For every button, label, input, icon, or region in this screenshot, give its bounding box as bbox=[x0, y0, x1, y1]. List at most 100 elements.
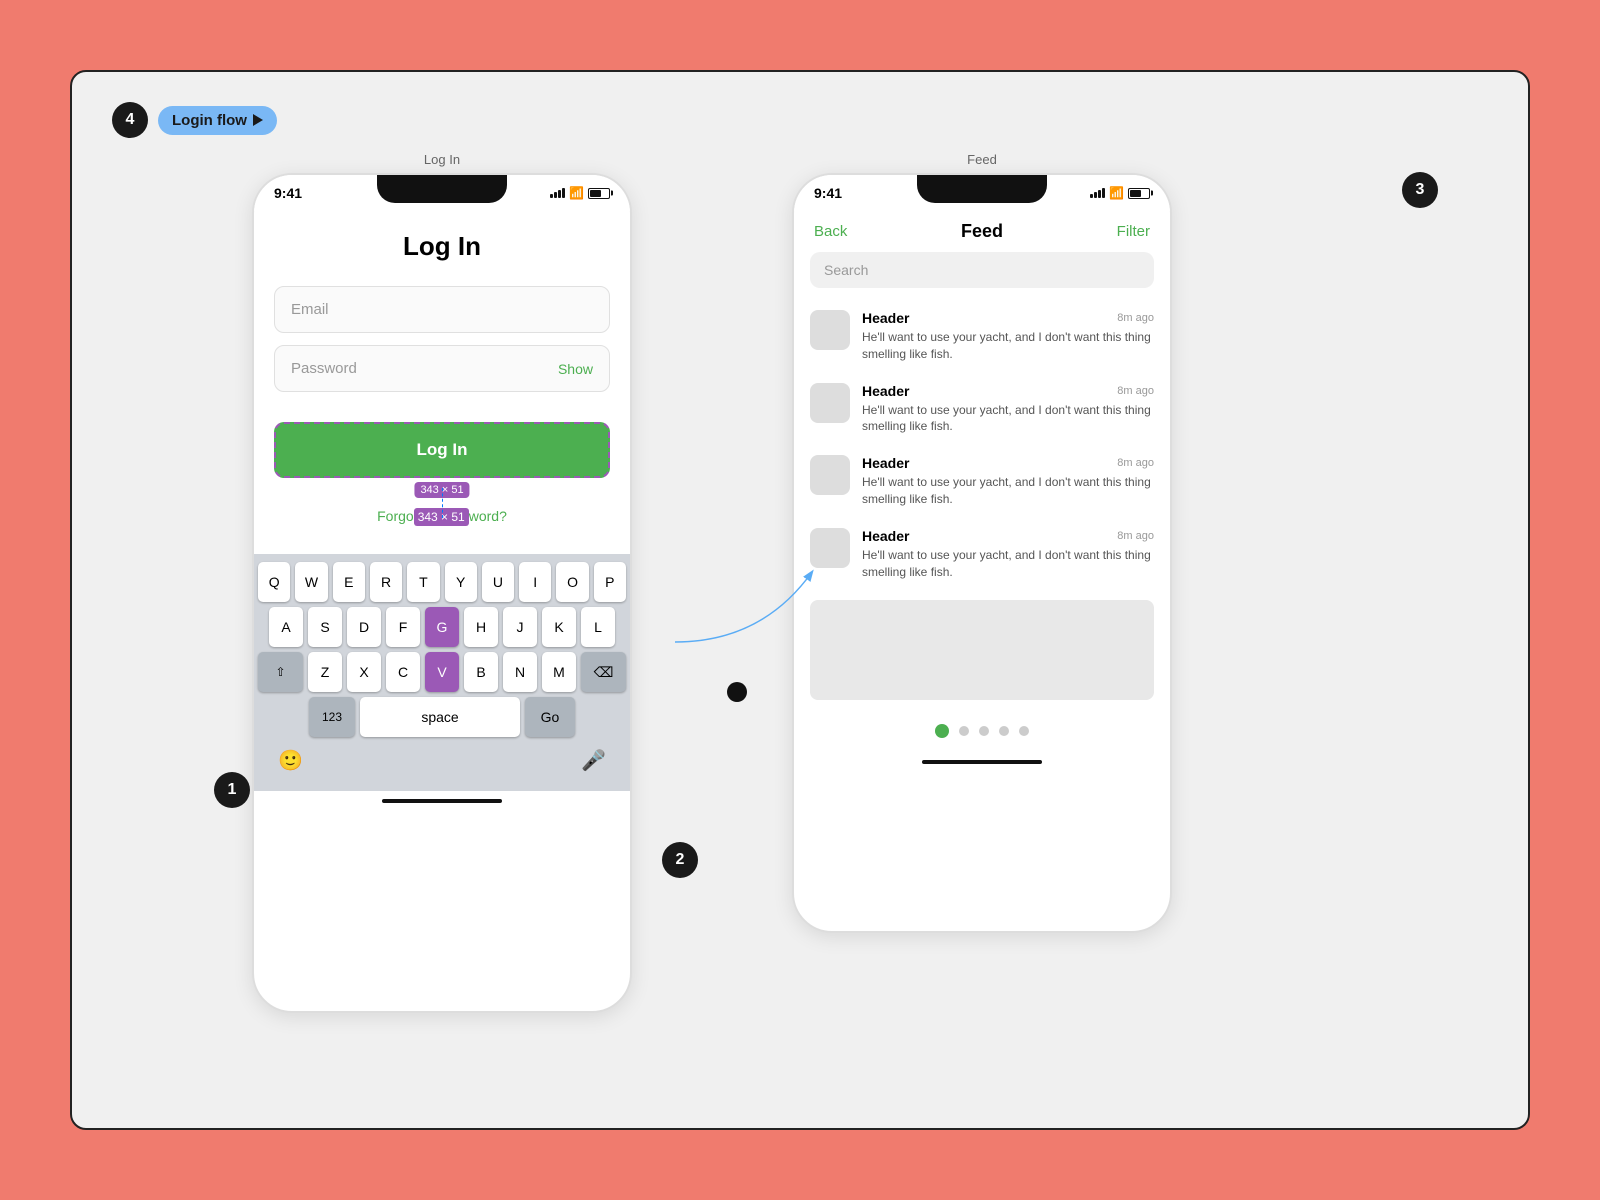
keyboard-bottom-bar: 🙂 🎤 bbox=[258, 742, 626, 783]
feed-avatar-3 bbox=[810, 455, 850, 495]
feed-signal-bar-4 bbox=[1102, 188, 1105, 198]
key-x[interactable]: X bbox=[347, 652, 381, 692]
key-y[interactable]: Y bbox=[445, 562, 477, 602]
login-status-icons: 📶 bbox=[550, 186, 610, 200]
feed-item-time-4: 8m ago bbox=[1117, 530, 1154, 542]
feed-signal-bar-3 bbox=[1098, 190, 1101, 198]
key-m[interactable]: M bbox=[542, 652, 576, 692]
key-s[interactable]: S bbox=[308, 607, 342, 647]
feed-avatar-4 bbox=[810, 528, 850, 568]
show-password-button[interactable]: Show bbox=[558, 361, 593, 377]
key-b[interactable]: B bbox=[464, 652, 498, 692]
forgot-prefix: Forgo bbox=[377, 508, 414, 524]
key-shift[interactable]: ⇧ bbox=[258, 652, 303, 692]
search-bar[interactable]: Search bbox=[810, 252, 1154, 288]
login-home-indicator bbox=[382, 799, 502, 803]
login-button-wrapper: Log In 343 × 51 bbox=[274, 422, 610, 478]
feed-header-row-3: Header 8m ago bbox=[862, 455, 1154, 471]
play-icon[interactable] bbox=[253, 114, 263, 126]
key-z[interactable]: Z bbox=[308, 652, 342, 692]
feed-item-text-4: He'll want to use your yacht, and I don'… bbox=[862, 547, 1154, 581]
key-p[interactable]: P bbox=[594, 562, 626, 602]
password-field[interactable]: Password Show bbox=[274, 345, 610, 392]
key-j[interactable]: J bbox=[503, 607, 537, 647]
key-k[interactable]: K bbox=[542, 607, 576, 647]
feed-item-1: Header 8m ago He'll want to use your yac… bbox=[794, 300, 1170, 373]
key-u[interactable]: U bbox=[482, 562, 514, 602]
feed-item-3: Header 8m ago He'll want to use your yac… bbox=[794, 445, 1170, 518]
email-field[interactable]: Email bbox=[274, 286, 610, 333]
emoji-icon[interactable]: 🙂 bbox=[278, 748, 303, 773]
feed-header-row-2: Header 8m ago bbox=[862, 383, 1154, 399]
signal-bar-4 bbox=[562, 188, 565, 198]
key-space[interactable]: space bbox=[360, 697, 520, 737]
key-d[interactable]: D bbox=[347, 607, 381, 647]
feed-item-text-2: He'll want to use your yacht, and I don'… bbox=[862, 402, 1154, 436]
keyboard-row-2: A S D F G H J K L bbox=[258, 607, 626, 647]
key-h[interactable]: H bbox=[464, 607, 498, 647]
mic-icon[interactable]: 🎤 bbox=[581, 748, 606, 773]
feed-avatar-1 bbox=[810, 310, 850, 350]
key-delete[interactable]: ⌫ bbox=[581, 652, 626, 692]
dot-1-active[interactable] bbox=[935, 724, 949, 738]
badge-3: 3 bbox=[1402, 172, 1438, 208]
key-numbers[interactable]: 123 bbox=[309, 697, 355, 737]
key-g[interactable]: G bbox=[425, 607, 459, 647]
feed-battery-icon bbox=[1128, 188, 1150, 199]
feed-phone-container: Feed 9:41 📶 bbox=[792, 152, 1172, 933]
key-r[interactable]: R bbox=[370, 562, 402, 602]
badge-1: 1 bbox=[214, 772, 250, 808]
signal-bars bbox=[550, 188, 565, 198]
key-t[interactable]: T bbox=[407, 562, 439, 602]
email-placeholder: Email bbox=[291, 301, 329, 318]
feed-signal-bars bbox=[1090, 188, 1105, 198]
feed-body-4: Header 8m ago He'll want to use your yac… bbox=[862, 528, 1154, 581]
key-a[interactable]: A bbox=[269, 607, 303, 647]
feed-placeholder-block bbox=[810, 600, 1154, 700]
back-button[interactable]: Back bbox=[814, 223, 847, 240]
key-f[interactable]: F bbox=[386, 607, 420, 647]
key-c[interactable]: C bbox=[386, 652, 420, 692]
feed-wifi-icon: 📶 bbox=[1109, 186, 1124, 200]
login-phone-container: Log In 9:41 📶 bbox=[252, 152, 632, 1013]
dot-2[interactable] bbox=[959, 726, 969, 736]
key-w[interactable]: W bbox=[295, 562, 327, 602]
login-home-bar bbox=[254, 791, 630, 811]
feed-phone-frame: 9:41 📶 Back Fee bbox=[792, 173, 1172, 933]
feed-item-2: Header 8m ago He'll want to use your yac… bbox=[794, 373, 1170, 446]
key-o[interactable]: O bbox=[556, 562, 588, 602]
key-n[interactable]: N bbox=[503, 652, 537, 692]
dot-3[interactable] bbox=[979, 726, 989, 736]
flow-tag[interactable]: Login flow bbox=[158, 106, 277, 135]
wifi-icon: 📶 bbox=[569, 186, 584, 200]
dot-5[interactable] bbox=[1019, 726, 1029, 736]
key-v[interactable]: V bbox=[425, 652, 459, 692]
key-e[interactable]: E bbox=[333, 562, 365, 602]
feed-pagination-dots bbox=[794, 710, 1170, 752]
keyboard-row-3: ⇧ Z X C V B N M ⌫ bbox=[258, 652, 626, 692]
filter-button[interactable]: Filter bbox=[1117, 223, 1150, 240]
feed-header-row-4: Header 8m ago bbox=[862, 528, 1154, 544]
login-content: Log In Email Password Show Log In 343 × … bbox=[254, 211, 630, 544]
feed-item-title-2: Header bbox=[862, 383, 909, 399]
feed-status-icons: 📶 bbox=[1090, 186, 1150, 200]
feed-item-text-3: He'll want to use your yacht, and I don'… bbox=[862, 474, 1154, 508]
feed-body-1: Header 8m ago He'll want to use your yac… bbox=[862, 310, 1154, 363]
dot-4[interactable] bbox=[999, 726, 1009, 736]
key-i[interactable]: I bbox=[519, 562, 551, 602]
flow-label: Login flow bbox=[172, 112, 247, 129]
feed-home-bar bbox=[794, 752, 1170, 772]
feed-header-row-1: Header 8m ago bbox=[862, 310, 1154, 326]
key-go[interactable]: Go bbox=[525, 697, 575, 737]
login-notch bbox=[377, 175, 507, 203]
main-canvas: 4 Login flow Log In 9:41 bbox=[70, 70, 1530, 1130]
feed-status-bar: 9:41 📶 bbox=[794, 175, 1170, 211]
feed-item-title-4: Header bbox=[862, 528, 909, 544]
badge-2: 2 bbox=[662, 842, 698, 878]
key-q[interactable]: Q bbox=[258, 562, 290, 602]
feed-item-time-1: 8m ago bbox=[1117, 312, 1154, 324]
keyboard: Q W E R T Y U I O P A S D F G H bbox=[254, 554, 630, 791]
login-button[interactable]: Log In bbox=[274, 422, 610, 478]
key-l[interactable]: L bbox=[581, 607, 615, 647]
feed-body-2: Header 8m ago He'll want to use your yac… bbox=[862, 383, 1154, 436]
